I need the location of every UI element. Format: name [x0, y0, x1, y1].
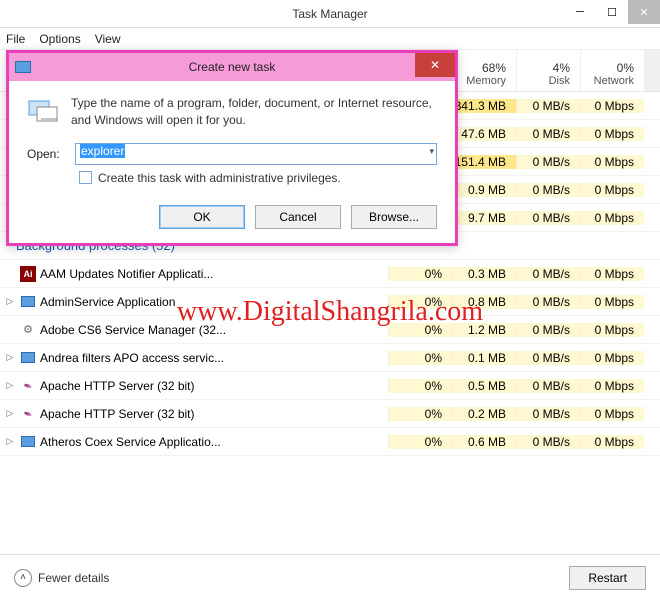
- table-row[interactable]: ▷Andrea filters APO access servic...0%0.…: [0, 344, 660, 372]
- fewer-details-button[interactable]: ˄ Fewer details: [14, 569, 109, 587]
- table-row[interactable]: ▷✒Apache HTTP Server (32 bit)0%0.5 MB0 M…: [0, 372, 660, 400]
- menu-options[interactable]: Options: [39, 32, 80, 46]
- table-row[interactable]: AiAAM Updates Notifier Applicati...0%0.3…: [0, 260, 660, 288]
- chevron-up-icon: ˄: [14, 569, 32, 587]
- table-row[interactable]: ▷Atheros Coex Service Applicatio...0%0.6…: [0, 428, 660, 456]
- process-name: AdminService Application: [40, 295, 175, 309]
- admin-label: Create this task with administrative pri…: [98, 171, 341, 185]
- dialog-title: Create new task: [9, 60, 455, 74]
- maximize-button[interactable]: ☐: [596, 0, 628, 24]
- table-row[interactable]: ⚙Adobe CS6 Service Manager (32...0%1.2 M…: [0, 316, 660, 344]
- expand-icon[interactable]: ▷: [4, 380, 16, 391]
- expand-icon[interactable]: ▷: [4, 352, 16, 363]
- menubar: File Options View: [0, 28, 660, 50]
- scrollbar[interactable]: [644, 50, 660, 91]
- restart-button[interactable]: Restart: [569, 566, 646, 590]
- process-name: Apache HTTP Server (32 bit): [40, 407, 195, 421]
- menu-view[interactable]: View: [95, 32, 121, 46]
- process-name: AAM Updates Notifier Applicati...: [40, 267, 213, 281]
- process-name: Andrea filters APO access servic...: [40, 351, 224, 365]
- ok-button[interactable]: OK: [159, 205, 245, 229]
- window-titlebar: Task Manager ─ ☐ ✕: [0, 0, 660, 28]
- run-icon: [27, 95, 59, 123]
- admin-checkbox[interactable]: [79, 171, 92, 184]
- dialog-titlebar[interactable]: Create new task ✕: [9, 53, 455, 81]
- process-name: Apache HTTP Server (32 bit): [40, 379, 195, 393]
- close-button[interactable]: ✕: [628, 0, 660, 24]
- expand-icon[interactable]: ▷: [4, 408, 16, 419]
- chevron-down-icon[interactable]: ▾: [429, 146, 434, 157]
- expand-icon[interactable]: ▷: [4, 296, 16, 307]
- col-header-network[interactable]: 0% Network: [580, 50, 644, 91]
- menu-file[interactable]: File: [6, 32, 25, 46]
- open-label: Open:: [27, 147, 65, 161]
- cancel-button[interactable]: Cancel: [255, 205, 341, 229]
- create-task-dialog: Create new task ✕ Type the name of a pro…: [6, 50, 458, 246]
- minimize-button[interactable]: ─: [564, 0, 596, 24]
- col-header-disk[interactable]: 4% Disk: [516, 50, 580, 91]
- process-name: Atheros Coex Service Applicatio...: [40, 435, 221, 449]
- open-input[interactable]: explorer ▾: [75, 143, 437, 165]
- window-title: Task Manager: [0, 7, 660, 21]
- col-header-memory[interactable]: 68% Memory: [452, 50, 516, 91]
- dialog-close-button[interactable]: ✕: [415, 53, 455, 77]
- table-row[interactable]: ▷✒Apache HTTP Server (32 bit)0%0.2 MB0 M…: [0, 400, 660, 428]
- expand-icon[interactable]: ▷: [4, 436, 16, 447]
- browse-button[interactable]: Browse...: [351, 205, 437, 229]
- table-row[interactable]: ▷AdminService Application0%0.8 MB0 MB/s0…: [0, 288, 660, 316]
- dialog-description: Type the name of a program, folder, docu…: [71, 95, 437, 129]
- process-name: Adobe CS6 Service Manager (32...: [40, 323, 226, 337]
- footer: ˄ Fewer details Restart: [0, 554, 660, 600]
